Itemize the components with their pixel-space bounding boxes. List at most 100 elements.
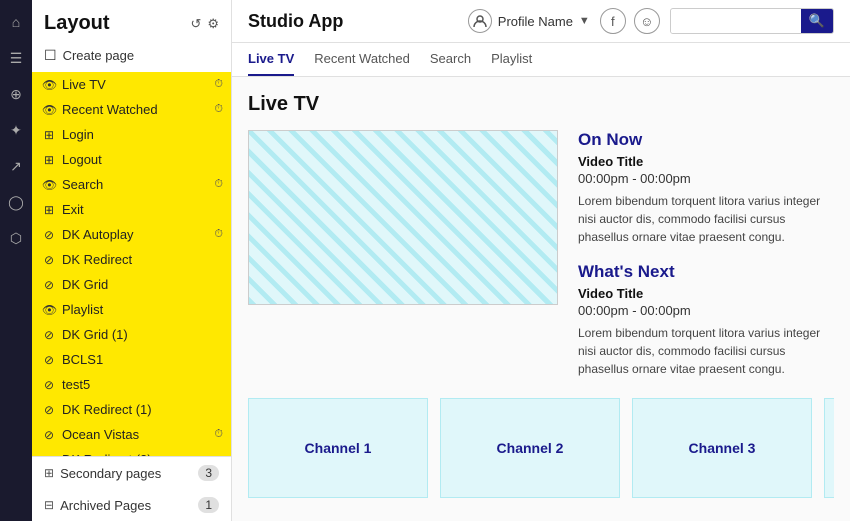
secondary-pages-icon: ⊞ [44,466,54,480]
channel-card-2[interactable]: Channel 2 [440,398,620,498]
tab-recent-watched[interactable]: Recent Watched [314,51,410,76]
star-icon[interactable]: ✦ [6,120,26,140]
facebook-icon[interactable]: f [600,8,626,34]
profile-avatar [468,9,492,33]
chevron-down-icon: ▼ [579,15,590,27]
video-player[interactable] [248,130,558,305]
secondary-pages-badge: 3 [198,465,219,481]
secondary-pages-label: Secondary pages [60,466,161,481]
nav-item-playlist[interactable]: 👁 Playlist [32,297,231,322]
nav-tabs: Live TV Recent Watched Search Playlist [232,43,850,77]
grid-icon: ⊞ [42,128,56,142]
app-title: Studio App [248,11,343,32]
create-page-button[interactable]: ☐ Create page [32,43,231,72]
archived-pages-label: Archived Pages [60,498,151,513]
channel-card-1[interactable]: Channel 1 [248,398,428,498]
add-icon[interactable]: ⊕ [6,84,26,104]
archived-pages-item[interactable]: ⊟ Archived Pages 1 [32,489,231,521]
slash-icon: ⊘ [42,278,56,292]
nav-item-dk-grid-1[interactable]: ⊘ DK Grid (1) [32,322,231,347]
circle-icon[interactable]: ◯ [6,192,26,212]
topbar-icons: f ☺ [600,8,660,34]
home-icon[interactable]: ⌂ [6,12,26,32]
sidebar-title: Layout [44,12,110,35]
nav-item-dk-redirect-2[interactable]: ⊘ DK Redirect (2) [32,447,231,456]
nav-item-action: ⏱ [214,78,223,91]
nav-label: DK Grid [62,277,108,292]
nav-item-live-tv[interactable]: 👁 Live TV ⏱ [32,72,231,97]
profile-name: Profile Name [498,14,573,29]
profile-area[interactable]: Profile Name ▼ [468,9,590,33]
tab-live-tv[interactable]: Live TV [248,51,294,76]
nav-label: Playlist [62,302,103,317]
tab-playlist[interactable]: Playlist [491,51,532,76]
secondary-pages-item[interactable]: ⊞ Secondary pages 3 [32,457,231,489]
on-now-label: On Now [578,130,834,150]
nav-label: DK Grid (1) [62,327,128,342]
eye-icon: 👁 [42,303,56,317]
smiley-icon[interactable]: ☺ [634,8,660,34]
nav-item-search[interactable]: 👁 Search ⏱ [32,172,231,197]
refresh-icon[interactable]: ↺ [190,16,201,32]
create-page-label: Create page [63,48,135,63]
nav-item-bcls1[interactable]: ⊘ BCLS1 [32,347,231,372]
plus-icon: ☐ [44,47,57,64]
nav-item-test5[interactable]: ⊘ test5 [32,372,231,397]
nav-label: Exit [62,202,84,217]
whats-next-time: 00:00pm - 00:00pm [578,303,834,318]
nav-label: Recent Watched [62,102,158,117]
slash-icon: ⊘ [42,428,56,442]
nav-item-dk-autoplay[interactable]: ⊘ DK Autoplay ⏱ [32,222,231,247]
slash-icon: ⊘ [42,403,56,417]
nav-label: test5 [62,377,90,392]
arrow-icon[interactable]: ↗ [6,156,26,176]
on-now-video-title: Video Title [578,154,834,169]
whats-next-description: Lorem bibendum torquent litora varius in… [578,324,834,378]
archived-pages-icon: ⊟ [44,498,54,512]
search-input[interactable] [671,10,801,33]
nav-item-exit[interactable]: ⊞ Exit [32,197,231,222]
nav-list: 👁 Live TV ⏱ 👁 Recent Watched ⏱ ⊞ Login ⊞… [32,72,231,456]
nav-item-dk-redirect-1[interactable]: ⊘ DK Redirect (1) [32,397,231,422]
nav-item-dk-grid[interactable]: ⊘ DK Grid [32,272,231,297]
nav-label: DK Autoplay [62,227,134,242]
content-area: Live TV On Now Video Title 00:00pm - 00:… [232,77,850,521]
channel-card-partial[interactable]: Cha... [824,398,834,498]
channel-card-3[interactable]: Channel 3 [632,398,812,498]
page-title: Live TV [248,93,834,116]
eye-icon: 👁 [42,103,56,117]
nav-item-action: ⏱ [214,428,223,441]
icon-sidebar: ⌂ ☰ ⊕ ✦ ↗ ◯ ⬡ [0,0,32,521]
settings-icon[interactable]: ⚙ [207,16,219,32]
on-now-section: On Now Video Title 00:00pm - 00:00pm Lor… [248,130,834,378]
nav-label: Logout [62,152,102,167]
slash-icon: ⊘ [42,228,56,242]
on-now-description: Lorem bibendum torquent litora varius in… [578,192,834,246]
sidebar-header-actions: ↺ ⚙ [190,16,219,32]
nav-label: Search [62,177,103,192]
on-now-time: 00:00pm - 00:00pm [578,171,834,186]
slash-icon: ⊘ [42,378,56,392]
eye-icon: 👁 [42,78,56,92]
nav-label: Login [62,127,94,142]
tab-search[interactable]: Search [430,51,471,76]
nav-item-recent-watched[interactable]: 👁 Recent Watched ⏱ [32,97,231,122]
search-button[interactable]: 🔍 [801,9,833,33]
on-now-info: On Now Video Title 00:00pm - 00:00pm Lor… [578,130,834,246]
search-bar: 🔍 [670,8,834,34]
nav-label: Ocean Vistas [62,427,139,442]
nav-item-ocean-vistas[interactable]: ⊘ Ocean Vistas ⏱ [32,422,231,447]
hex-icon[interactable]: ⬡ [6,228,26,248]
sidebar-header: Layout ↺ ⚙ [32,0,231,43]
nav-item-action: ⏱ [214,228,223,241]
whats-next-video-title: Video Title [578,286,834,301]
nav-item-action: ⏱ [214,178,223,191]
nav-item-dk-redirect[interactable]: ⊘ DK Redirect [32,247,231,272]
menu-icon[interactable]: ☰ [6,48,26,68]
grid-icon: ⊞ [42,203,56,217]
topbar-right: Profile Name ▼ f ☺ 🔍 [468,8,834,34]
nav-label: Live TV [62,77,106,92]
nav-item-login[interactable]: ⊞ Login [32,122,231,147]
nav-item-logout[interactable]: ⊞ Logout [32,147,231,172]
slash-icon: ⊘ [42,353,56,367]
